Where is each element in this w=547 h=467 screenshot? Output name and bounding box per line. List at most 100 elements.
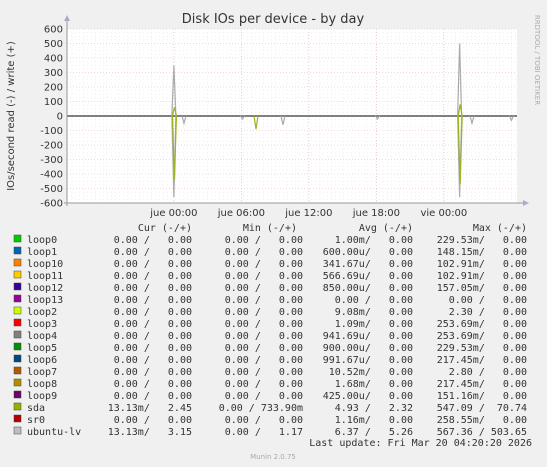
legend-min-value: 0.00 / 0.00 bbox=[225, 391, 303, 402]
legend-avg-value: 425.00u/ 0.00 bbox=[323, 391, 413, 402]
legend-swatch bbox=[13, 354, 22, 363]
legend-max-value: 567.36 / 503.65 bbox=[437, 427, 527, 438]
legend-max-value: 2.30 / 0.00 bbox=[449, 307, 527, 318]
legend-series-name: loop0 bbox=[27, 235, 57, 246]
legend-cur-value: 0.00 / 0.00 bbox=[114, 307, 192, 318]
munin-version: Munin 2.0.75 bbox=[250, 453, 296, 461]
y-tick-label: 600 bbox=[44, 25, 63, 36]
legend-max-value: 2.80 / 0.00 bbox=[449, 367, 527, 378]
legend-series-name: loop8 bbox=[27, 379, 57, 390]
legend-cur-value: 0.00 / 0.00 bbox=[114, 247, 192, 258]
legend-series-name: sda bbox=[27, 403, 45, 414]
legend-cur-value: 0.00 / 0.00 bbox=[114, 391, 192, 402]
legend-series-name: loop11 bbox=[27, 271, 63, 282]
legend-swatch bbox=[13, 306, 22, 315]
legend-swatch bbox=[13, 258, 22, 267]
y-tick-label: -400 bbox=[40, 170, 63, 181]
legend-min-value: 0.00 / 0.00 bbox=[225, 295, 303, 306]
legend-series-name: loop1 bbox=[27, 247, 57, 258]
legend-cur-value: 13.13m/ 3.15 bbox=[108, 427, 192, 438]
legend-swatch bbox=[13, 294, 22, 303]
legend-avg-value: 1.00m/ 0.00 bbox=[335, 235, 413, 246]
y-tick-label: -200 bbox=[40, 141, 63, 152]
legend-swatch bbox=[13, 342, 22, 351]
legend-max-value: 151.16m/ 0.00 bbox=[437, 391, 527, 402]
legend-min-value: 0.00 / 0.00 bbox=[225, 247, 303, 258]
legend-avg-value: 900.00u/ 0.00 bbox=[323, 343, 413, 354]
legend-max-value: 547.09 / 70.74 bbox=[437, 403, 527, 414]
legend-avg-value: 4.93 / 2.32 bbox=[335, 403, 413, 414]
legend-avg-value: 6.37 / 5.26 bbox=[335, 427, 413, 438]
legend-avg-value: 341.67u/ 0.00 bbox=[323, 259, 413, 270]
legend-cur-value: 0.00 / 0.00 bbox=[114, 343, 192, 354]
chart: Disk IOs per device - by day IOs/second … bbox=[6, 12, 541, 461]
y-tick-label: 200 bbox=[44, 83, 63, 94]
legend-swatch bbox=[13, 378, 22, 387]
legend-swatch bbox=[13, 234, 22, 243]
legend-max-value: 157.05m/ 0.00 bbox=[437, 283, 527, 294]
legend-header-min: Min (-/+) bbox=[243, 223, 297, 234]
legend-swatch bbox=[13, 390, 22, 399]
legend-swatch bbox=[13, 246, 22, 255]
legend-series-name: loop5 bbox=[27, 343, 57, 354]
legend-min-value: 0.00 / 0.00 bbox=[225, 415, 303, 426]
y-axis-label: IOs/second read (-) / write (+) bbox=[6, 41, 17, 191]
legend-cur-value: 0.00 / 0.00 bbox=[114, 319, 192, 330]
legend-series-name: loop10 bbox=[27, 259, 63, 270]
legend-cur-value: 0.00 / 0.00 bbox=[114, 283, 192, 294]
legend-avg-value: 10.52m/ 0.00 bbox=[329, 367, 413, 378]
legend-avg-value: 1.09m/ 0.00 bbox=[335, 319, 413, 330]
legend-cur-value: 13.13m/ 2.45 bbox=[108, 403, 192, 414]
legend-min-value: 0.00 / 1.17 bbox=[225, 427, 303, 438]
legend-min-value: 0.00 / 733.90m bbox=[219, 403, 303, 414]
chart-title: Disk IOs per device - by day bbox=[182, 12, 365, 27]
legend-max-value: 102.91m/ 0.00 bbox=[437, 271, 527, 282]
legend-min-value: 0.00 / 0.00 bbox=[225, 367, 303, 378]
legend-series-name: loop2 bbox=[27, 307, 57, 318]
legend-series-name: ubuntu-lv bbox=[27, 427, 81, 438]
legend-swatch bbox=[13, 330, 22, 339]
legend-series-name: sr0 bbox=[27, 415, 45, 426]
legend-cur-value: 0.00 / 0.00 bbox=[114, 379, 192, 390]
legend-max-value: 253.69m/ 0.00 bbox=[437, 319, 527, 330]
legend-cur-value: 0.00 / 0.00 bbox=[114, 259, 192, 270]
y-tick-label: 0 bbox=[57, 112, 63, 123]
legend-swatch bbox=[13, 282, 22, 291]
y-tick-label: -300 bbox=[40, 155, 63, 166]
legend-max-value: 217.45m/ 0.00 bbox=[437, 355, 527, 366]
x-axis-arrow bbox=[523, 200, 529, 206]
legend-header-max: Max (-/+) bbox=[473, 223, 527, 234]
legend-min-value: 0.00 / 0.00 bbox=[225, 355, 303, 366]
legend-avg-value: 600.00u/ 0.00 bbox=[323, 247, 413, 258]
y-tick-label: 100 bbox=[44, 97, 63, 108]
legend-avg-value: 1.16m/ 0.00 bbox=[335, 415, 413, 426]
legend-swatch bbox=[13, 402, 22, 411]
legend-min-value: 0.00 / 0.00 bbox=[225, 319, 303, 330]
legend-max-value: 148.15m/ 0.00 bbox=[437, 247, 527, 258]
legend-swatch bbox=[13, 426, 22, 435]
x-tick-label: jue 00:00 bbox=[149, 208, 197, 219]
legend-cur-value: 0.00 / 0.00 bbox=[114, 355, 192, 366]
legend-min-value: 0.00 / 0.00 bbox=[225, 379, 303, 390]
legend-cur-value: 0.00 / 0.00 bbox=[114, 235, 192, 246]
x-tick-label: jue 12:00 bbox=[284, 208, 332, 219]
legend-avg-value: 566.69u/ 0.00 bbox=[323, 271, 413, 282]
legend-header-avg: Avg (-/+) bbox=[359, 223, 413, 234]
legend-swatch bbox=[13, 318, 22, 327]
legend-series-name: loop9 bbox=[27, 391, 57, 402]
legend-cur-value: 0.00 / 0.00 bbox=[114, 271, 192, 282]
legend-header-cur: Cur (-/+) bbox=[138, 223, 192, 234]
y-tick-label: 500 bbox=[44, 39, 63, 50]
x-tick-label: jue 18:00 bbox=[352, 208, 400, 219]
legend-avg-value: 991.67u/ 0.00 bbox=[323, 355, 413, 366]
legend-series-name: loop4 bbox=[27, 331, 57, 342]
y-tick-label: -100 bbox=[40, 126, 63, 137]
legend-swatch bbox=[13, 270, 22, 279]
legend-cur-value: 0.00 / 0.00 bbox=[114, 367, 192, 378]
legend-max-value: 102.91m/ 0.00 bbox=[437, 259, 527, 270]
legend-max-value: 258.55m/ 0.00 bbox=[437, 415, 527, 426]
legend-max-value: 253.69m/ 0.00 bbox=[437, 331, 527, 342]
legend-min-value: 0.00 / 0.00 bbox=[225, 343, 303, 354]
y-tick-label: 400 bbox=[44, 54, 63, 65]
legend-avg-value: 1.68m/ 0.00 bbox=[335, 379, 413, 390]
